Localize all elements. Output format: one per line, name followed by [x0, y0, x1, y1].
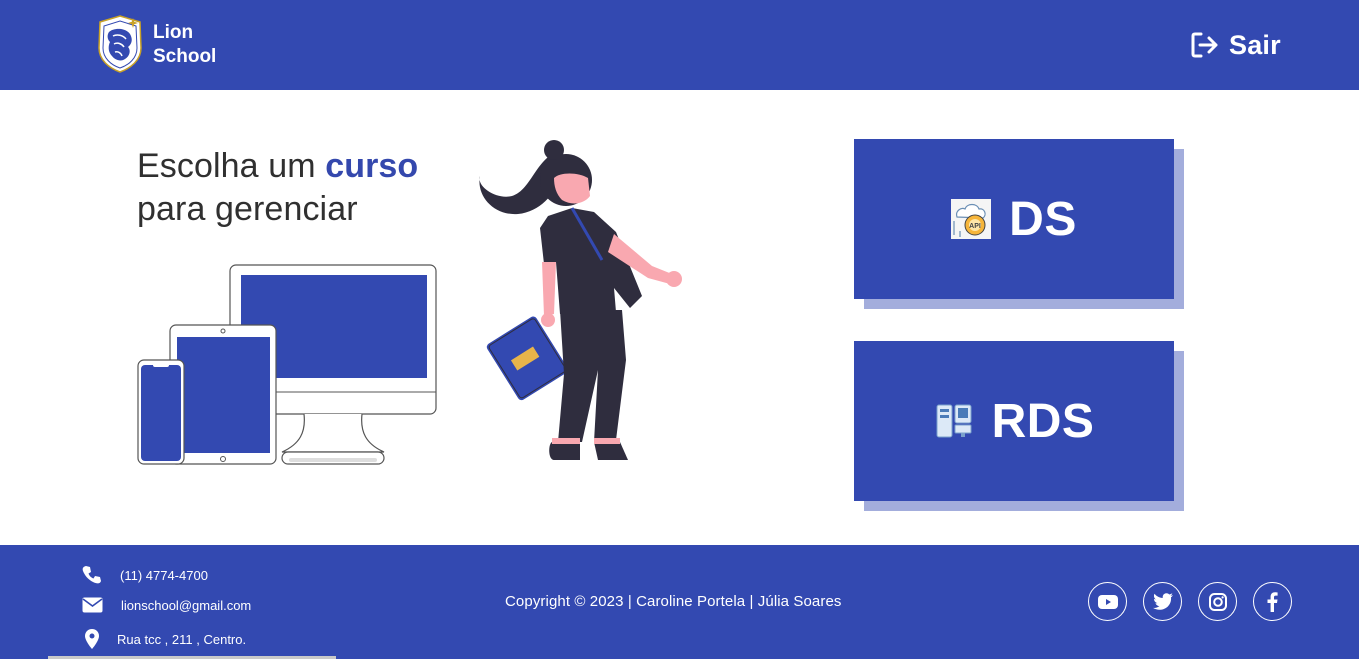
- student-illustration: [479, 140, 682, 460]
- address-text: Rua tcc , 211 , Centro.: [117, 631, 247, 647]
- lion-logo-icon: [98, 15, 142, 73]
- logout-icon: [1191, 32, 1218, 58]
- header: Lion School Sair: [0, 0, 1359, 90]
- heading-line-2: para gerenciar: [137, 190, 358, 228]
- brand-line-2: School: [153, 46, 217, 67]
- twitter-link[interactable]: [1143, 582, 1182, 621]
- instagram-icon: [1208, 592, 1227, 611]
- heading-line-1: Escolha um curso: [137, 145, 467, 188]
- facebook-link[interactable]: [1253, 582, 1292, 621]
- heading-accent: curso: [325, 147, 419, 185]
- contact-phone: (11) 4774-4700: [82, 565, 208, 585]
- facebook-icon: [1267, 591, 1278, 612]
- svg-text:API: API: [969, 223, 981, 230]
- api-gear-icon: API: [951, 199, 992, 239]
- course-card-rds[interactable]: RDS: [854, 341, 1174, 501]
- logout-label: Sair: [1229, 29, 1281, 60]
- logout-button[interactable]: Sair: [1190, 28, 1281, 62]
- brand-line-1: Lion: [153, 22, 194, 43]
- course-label-rds: RDS: [991, 394, 1095, 448]
- course-card-ds[interactable]: API DS: [854, 139, 1174, 299]
- brand-name: Lion School: [153, 21, 216, 69]
- heading-text: Escolha um: [137, 147, 326, 185]
- phone-text: (11) 4774-4700: [120, 567, 208, 583]
- copyright-text: Copyright © 2023 | Caroline Portela | Jú…: [505, 593, 842, 610]
- footer: (11) 4774-4700 lionschool@gmail.com Rua …: [0, 545, 1359, 659]
- twitter-icon: [1152, 593, 1173, 610]
- page-heading: Escolha um curso para gerenciar: [137, 145, 467, 231]
- map-pin-icon: [85, 629, 99, 649]
- contact-address: Rua tcc , 211 , Centro.: [82, 629, 246, 649]
- phone-icon: [82, 566, 101, 584]
- envelope-icon: [82, 597, 103, 613]
- social-links: [1088, 582, 1292, 621]
- course-label-ds: DS: [1009, 192, 1077, 246]
- youtube-icon: [1097, 594, 1118, 609]
- instagram-link[interactable]: [1198, 582, 1237, 621]
- email-text: lionschool@gmail.com: [121, 597, 252, 613]
- servers-icon: [936, 404, 972, 438]
- contact-email: lionschool@gmail.com: [82, 597, 251, 613]
- devices-illustration: [137, 264, 437, 465]
- youtube-link[interactable]: [1088, 582, 1127, 621]
